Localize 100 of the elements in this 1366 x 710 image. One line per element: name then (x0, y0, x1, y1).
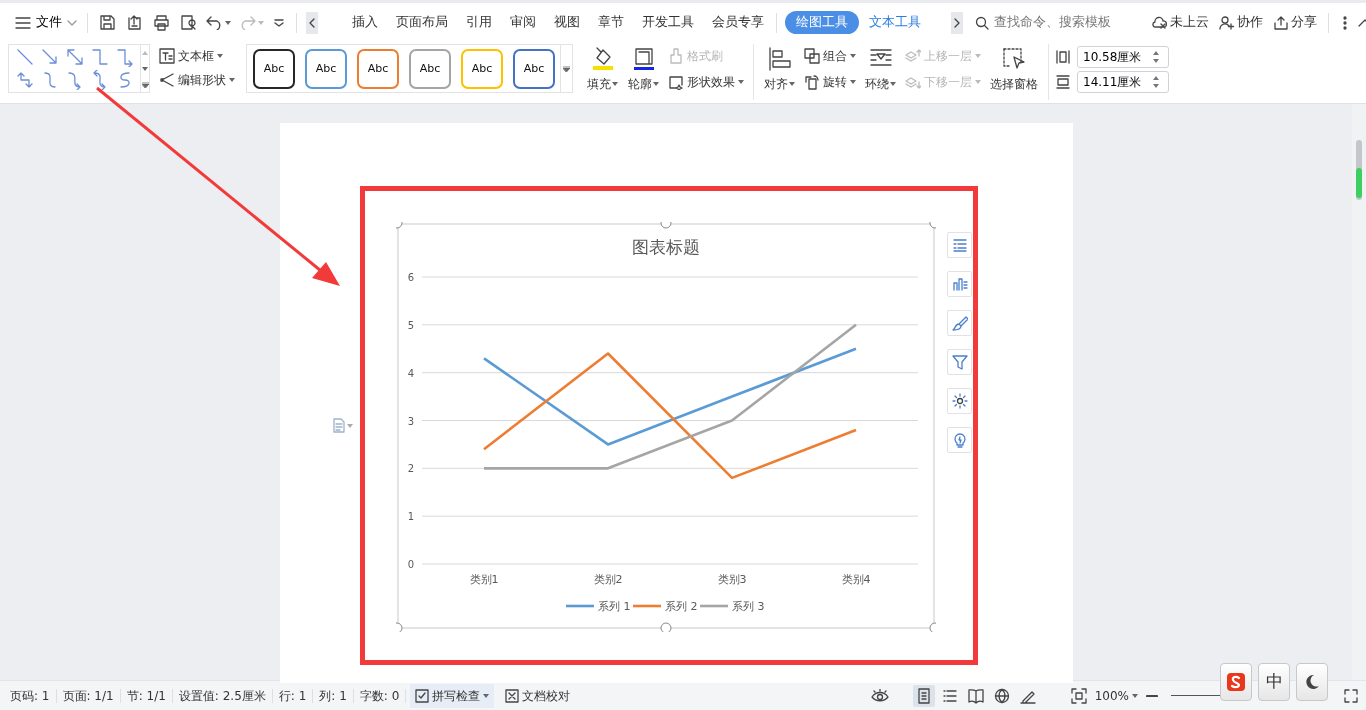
search-field[interactable]: 查找命令、搜索模板 (975, 12, 1147, 33)
status-text: 行: 1 (272, 688, 314, 703)
print-icon (153, 14, 170, 31)
ribbon-tab[interactable]: 审阅 (502, 11, 544, 34)
share-icon (1273, 15, 1288, 30)
proofread-button[interactable]: 文档校对 (500, 683, 576, 708)
book-icon (967, 687, 984, 704)
spell-check-button[interactable]: 拼写检查 (410, 683, 495, 708)
ribbon-tab[interactable]: 开发工具 (634, 11, 702, 34)
chart-tool-button[interactable] (947, 427, 972, 453)
lightbulb-icon (951, 432, 968, 448)
eye-protection-button[interactable] (870, 688, 889, 703)
filter-icon (951, 354, 968, 370)
input-method-icon (1226, 672, 1246, 692)
print-preview-button[interactable] (180, 14, 197, 31)
ribbon-button[interactable]: 组合 (801, 44, 859, 68)
ribbon-tab[interactable]: 页面布局 (388, 11, 456, 34)
ribbon-tab[interactable]: 章节 (590, 11, 632, 34)
view-mode-button[interactable] (912, 684, 935, 707)
undo-button[interactable] (206, 15, 231, 30)
ribbon-button[interactable]: 文本框 (156, 44, 238, 68)
spinner-icon (1153, 51, 1159, 63)
night-mode-button[interactable] (1296, 663, 1328, 701)
fit-page-button[interactable] (1070, 687, 1087, 704)
save-icon (99, 14, 116, 31)
status-text: 字数: 0 (353, 688, 407, 703)
axis-label: 类别4 (841, 573, 871, 586)
legend-label: 系列 3 (732, 600, 765, 613)
ribbon-button[interactable]: 旋转 (801, 70, 859, 94)
edit-shape-icon (159, 72, 175, 88)
ribbon-button[interactable]: 形状效果 (665, 70, 747, 94)
style-swatch[interactable]: Abc (305, 49, 347, 89)
resize-handle[interactable] (396, 622, 403, 632)
more-icon (1343, 15, 1347, 30)
eye-icon (870, 688, 889, 703)
ribbon-button[interactable]: 填充 (583, 44, 622, 95)
file-menu[interactable]: 文件 (15, 13, 77, 32)
chart-tool-button[interactable] (947, 349, 972, 375)
status-text: 页码: 1 (4, 688, 57, 703)
ribbon-tab[interactable]: 文本工具 (861, 11, 929, 34)
resize-handle[interactable] (660, 622, 672, 632)
save-button[interactable] (99, 14, 116, 31)
ribbon-button[interactable]: 编辑形状 (156, 68, 238, 92)
ribbon-button[interactable]: 环绕 (861, 44, 900, 95)
print-button[interactable] (153, 14, 170, 31)
undo-icon (206, 15, 223, 30)
style-swatch[interactable]: Abc (513, 49, 555, 89)
more-button[interactable] (1343, 15, 1347, 30)
gallery-more-button[interactable] (563, 65, 570, 72)
style-swatch[interactable]: Abc (253, 49, 295, 89)
ribbon-tab[interactable]: 视图 (546, 11, 588, 34)
resize-handle[interactable] (929, 622, 936, 632)
legend-label: 系列 2 (665, 600, 698, 613)
resize-handle[interactable] (660, 222, 672, 229)
toolbar-action[interactable]: 协作 (1214, 13, 1268, 32)
status-text: 节: 1/1 (120, 688, 173, 703)
expand-icon (563, 65, 570, 72)
scroll-left-button[interactable] (306, 11, 318, 34)
bar-chart-icon (951, 276, 968, 292)
resize-handle[interactable] (396, 222, 403, 229)
resize-handle[interactable] (929, 222, 936, 229)
caret-icon (1132, 693, 1138, 698)
ribbon-tab[interactable]: 会员专享 (704, 11, 772, 34)
toolbar-action[interactable]: 分享 (1268, 13, 1322, 32)
customize-button[interactable] (274, 18, 284, 27)
spinner-icon (1153, 76, 1159, 88)
ribbon-tab[interactable]: 引用 (458, 11, 500, 34)
fullscreen-button[interactable] (1344, 688, 1358, 703)
axis-label: 类别2 (593, 573, 623, 586)
style-swatch[interactable]: Abc (357, 49, 399, 89)
focus-icon (1070, 687, 1087, 704)
close-box-icon (505, 688, 520, 703)
chevron-down-icon (67, 19, 77, 26)
add-person-icon (1219, 15, 1234, 30)
chart-elements-icon (951, 237, 968, 253)
ime-logo-button[interactable] (1220, 663, 1252, 701)
legend-swatch (633, 604, 661, 608)
status-text: 设置值: 2.5厘米 (172, 688, 273, 703)
ime-mode-button[interactable]: 中 (1258, 663, 1290, 701)
size-field[interactable]: 10.58厘米 (1077, 46, 1169, 68)
minus-icon (1146, 693, 1158, 698)
scroll-right-button[interactable] (951, 11, 963, 34)
ribbon-button[interactable]: 对齐 (760, 44, 799, 95)
caret-down-icon (142, 67, 148, 71)
ribbon-tab[interactable]: 插入 (344, 11, 386, 34)
size-field[interactable]: 14.11厘米 (1077, 71, 1169, 93)
chart-tool-button[interactable] (947, 388, 972, 414)
toolbar-action[interactable]: 未上云 (1147, 13, 1214, 32)
legend-swatch (566, 604, 594, 608)
zoom-dropdown[interactable]: 100% (1089, 683, 1143, 708)
ribbon-button[interactable]: 轮廓 (624, 44, 663, 95)
chart-tool-button[interactable] (947, 310, 972, 336)
connector-icon (64, 47, 85, 68)
export-button[interactable] (126, 14, 143, 31)
style-swatch[interactable]: Abc (461, 49, 503, 89)
axis-label: 类别3 (717, 573, 747, 586)
ribbon-button[interactable]: 选择窗格 (986, 44, 1042, 95)
caret-icon (347, 423, 353, 428)
zoom-out-button[interactable] (1146, 693, 1158, 698)
style-swatch[interactable]: Abc (409, 49, 451, 89)
